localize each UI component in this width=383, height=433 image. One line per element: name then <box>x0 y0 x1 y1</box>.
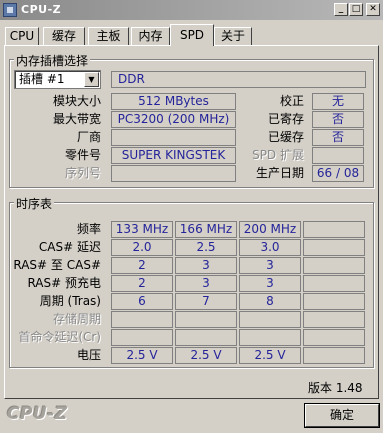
timing-cell: 3 <box>175 257 237 274</box>
timings-legend: 时序表 <box>14 195 55 212</box>
timing-cell <box>303 239 365 256</box>
timing-cell <box>303 329 365 346</box>
slot-row-label: 最大带宽 <box>52 112 101 126</box>
slot-row-label: 序列号 <box>64 166 101 180</box>
slot-row-right-label: 已缓存 <box>267 130 304 144</box>
slot-row-right-label: 已寄存 <box>267 112 304 126</box>
timing-cell: 2.5 <box>175 239 237 256</box>
slot-row-right-value <box>312 147 364 164</box>
timing-cell: 3 <box>175 275 237 292</box>
cpuz-logo: CPU-Z <box>7 404 68 424</box>
timing-cell <box>175 329 237 346</box>
timing-cell <box>303 293 365 310</box>
tab-spd[interactable]: SPD <box>170 24 214 46</box>
timing-cell: 3.0 <box>239 239 301 256</box>
tab-memory[interactable]: 内存 <box>131 27 170 45</box>
slot-row-value <box>111 165 236 182</box>
timing-cell: 2.5 V <box>175 347 237 364</box>
tab-cache[interactable]: 缓存 <box>43 27 85 45</box>
app-icon <box>3 3 17 17</box>
timing-cell <box>239 329 301 346</box>
slot-row-right-label: 生产日期 <box>255 166 304 180</box>
timing-cell <box>303 257 365 274</box>
timing-cell: 2 <box>111 257 173 274</box>
tab-mainboard[interactable]: 主板 <box>88 27 129 45</box>
slot-row-label: 厂商 <box>76 130 101 144</box>
timing-cell: 2.0 <box>111 239 173 256</box>
slot-select[interactable]: 插槽 #1 ▼ <box>14 70 101 89</box>
timing-cell <box>303 221 365 238</box>
memory-type-field: DDR <box>111 71 366 88</box>
timing-row-label: 频率 <box>76 222 101 236</box>
version-label: 版本 1.48 <box>308 381 363 395</box>
timing-cell: 2.5 V <box>111 347 173 364</box>
slot-row-label: 零件号 <box>64 148 101 162</box>
slot-row-right-label: 校正 <box>279 94 304 108</box>
timing-cell: 7 <box>175 293 237 310</box>
minimize-button[interactable]: _ <box>334 3 348 16</box>
timing-row-label: 电压 <box>76 348 101 362</box>
timing-row-label: 存储周期 <box>52 312 101 326</box>
timing-cell: 2.5 V <box>239 347 301 364</box>
timing-row-label: 首命令延迟(Cr) <box>18 330 101 344</box>
timing-cell <box>175 311 237 328</box>
timing-row-label: RAS# 至 CAS# <box>13 258 101 272</box>
slot-row-right-label: SPD 扩展 <box>252 148 304 162</box>
slot-row-value <box>111 129 236 146</box>
slot-select-value: 插槽 #1 <box>19 72 65 86</box>
timing-cell <box>303 275 365 292</box>
close-button[interactable]: ✕ <box>366 3 380 16</box>
slot-row-label: 模块大小 <box>52 94 101 108</box>
slot-row-value: 512 MBytes <box>111 93 236 110</box>
ok-button[interactable]: 确定 <box>305 404 379 427</box>
slot-row-value: SUPER KINGSTEK <box>111 147 236 164</box>
timing-cell <box>111 311 173 328</box>
timing-cell <box>239 311 301 328</box>
timing-cell: 200 MHz <box>239 221 301 238</box>
slot-row-right-value: 66 / 08 <box>312 165 364 182</box>
timing-cell: 3 <box>239 275 301 292</box>
timing-cell <box>303 347 365 364</box>
slot-row-right-value: 否 <box>312 111 364 128</box>
window-title: CPU-Z <box>21 3 62 16</box>
slot-row-right-value: 否 <box>312 129 364 146</box>
timing-cell: 3 <box>239 257 301 274</box>
timing-cell: 133 MHz <box>111 221 173 238</box>
timing-cell: 2 <box>111 275 173 292</box>
timing-row-label: RAS# 预充电 <box>27 276 101 290</box>
tab-cpu[interactable]: CPU <box>5 27 39 45</box>
memory-slot-legend: 内存插槽选择 <box>14 52 91 69</box>
timing-row-label: CAS# 延迟 <box>38 240 101 254</box>
title-bar[interactable]: CPU-Z _ □ ✕ <box>0 0 383 20</box>
maximize-button[interactable]: □ <box>349 3 363 16</box>
chevron-down-icon[interactable]: ▼ <box>84 72 99 87</box>
timing-cell: 6 <box>111 293 173 310</box>
slot-row-value: PC3200 (200 MHz) <box>111 111 236 128</box>
tab-about[interactable]: 关于 <box>214 27 252 45</box>
timing-row-label: 周期 (Tras) <box>39 294 101 308</box>
timing-cell <box>303 311 365 328</box>
timing-cell: 166 MHz <box>175 221 237 238</box>
slot-row-right-value: 无 <box>312 93 364 110</box>
timing-cell: 8 <box>239 293 301 310</box>
timing-cell <box>111 329 173 346</box>
